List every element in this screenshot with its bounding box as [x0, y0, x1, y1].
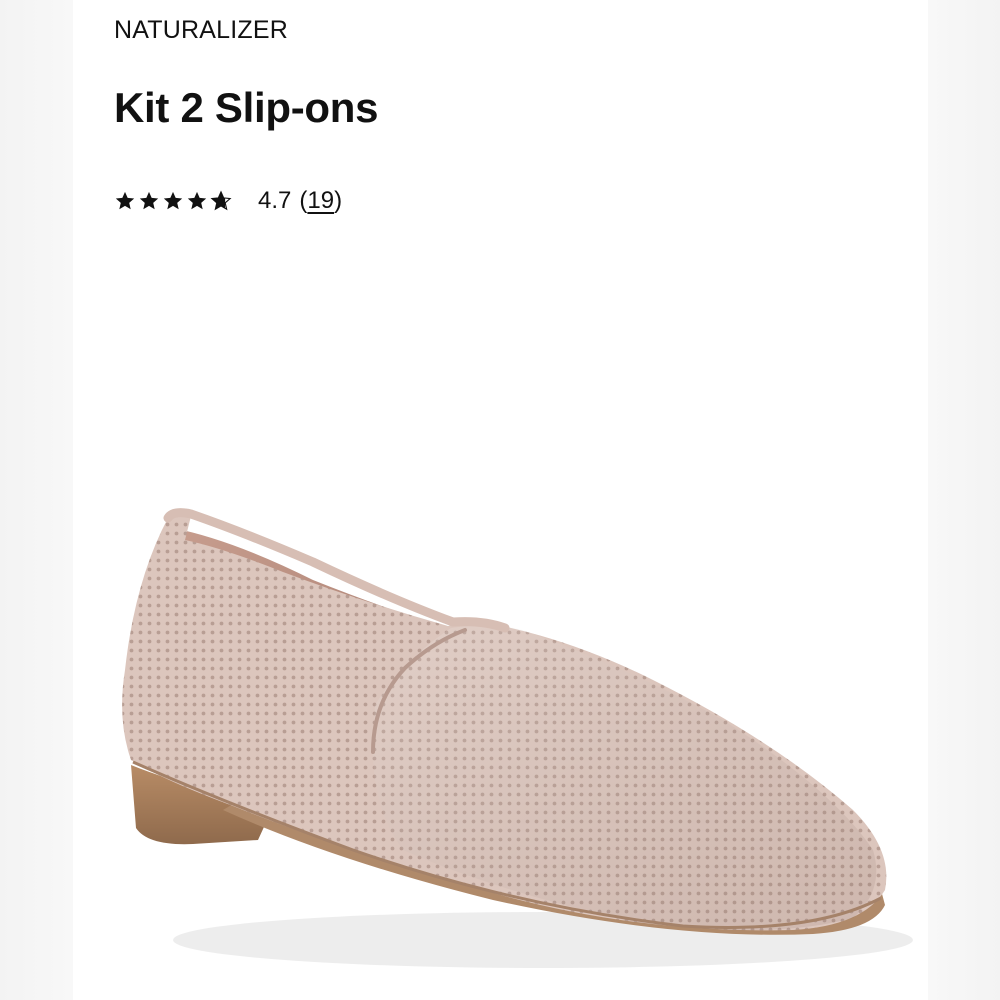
rating-value: 4.7	[258, 187, 292, 214]
brand-link[interactable]: NATURALIZER	[114, 16, 288, 45]
paren-close: )	[334, 187, 343, 214]
star-full-icon	[115, 191, 135, 210]
star-full-icon	[187, 191, 207, 210]
left-margin	[0, 0, 73, 1000]
shoe-product-image[interactable]	[73, 250, 928, 1000]
star-rating	[114, 190, 232, 212]
star-full-icon	[163, 191, 183, 210]
right-margin	[928, 0, 1000, 1000]
star-full-icon	[139, 191, 159, 210]
review-count: 19	[307, 187, 335, 214]
product-title: Kit 2 Slip-ons	[114, 84, 379, 131]
product-card: NATURALIZER Kit 2 Slip-ons 4.7 (19)	[73, 0, 928, 1000]
star-partial-icon	[210, 190, 232, 211]
rating-row: 4.7 (19)	[114, 183, 342, 219]
review-count-link[interactable]: (19)	[299, 187, 342, 215]
